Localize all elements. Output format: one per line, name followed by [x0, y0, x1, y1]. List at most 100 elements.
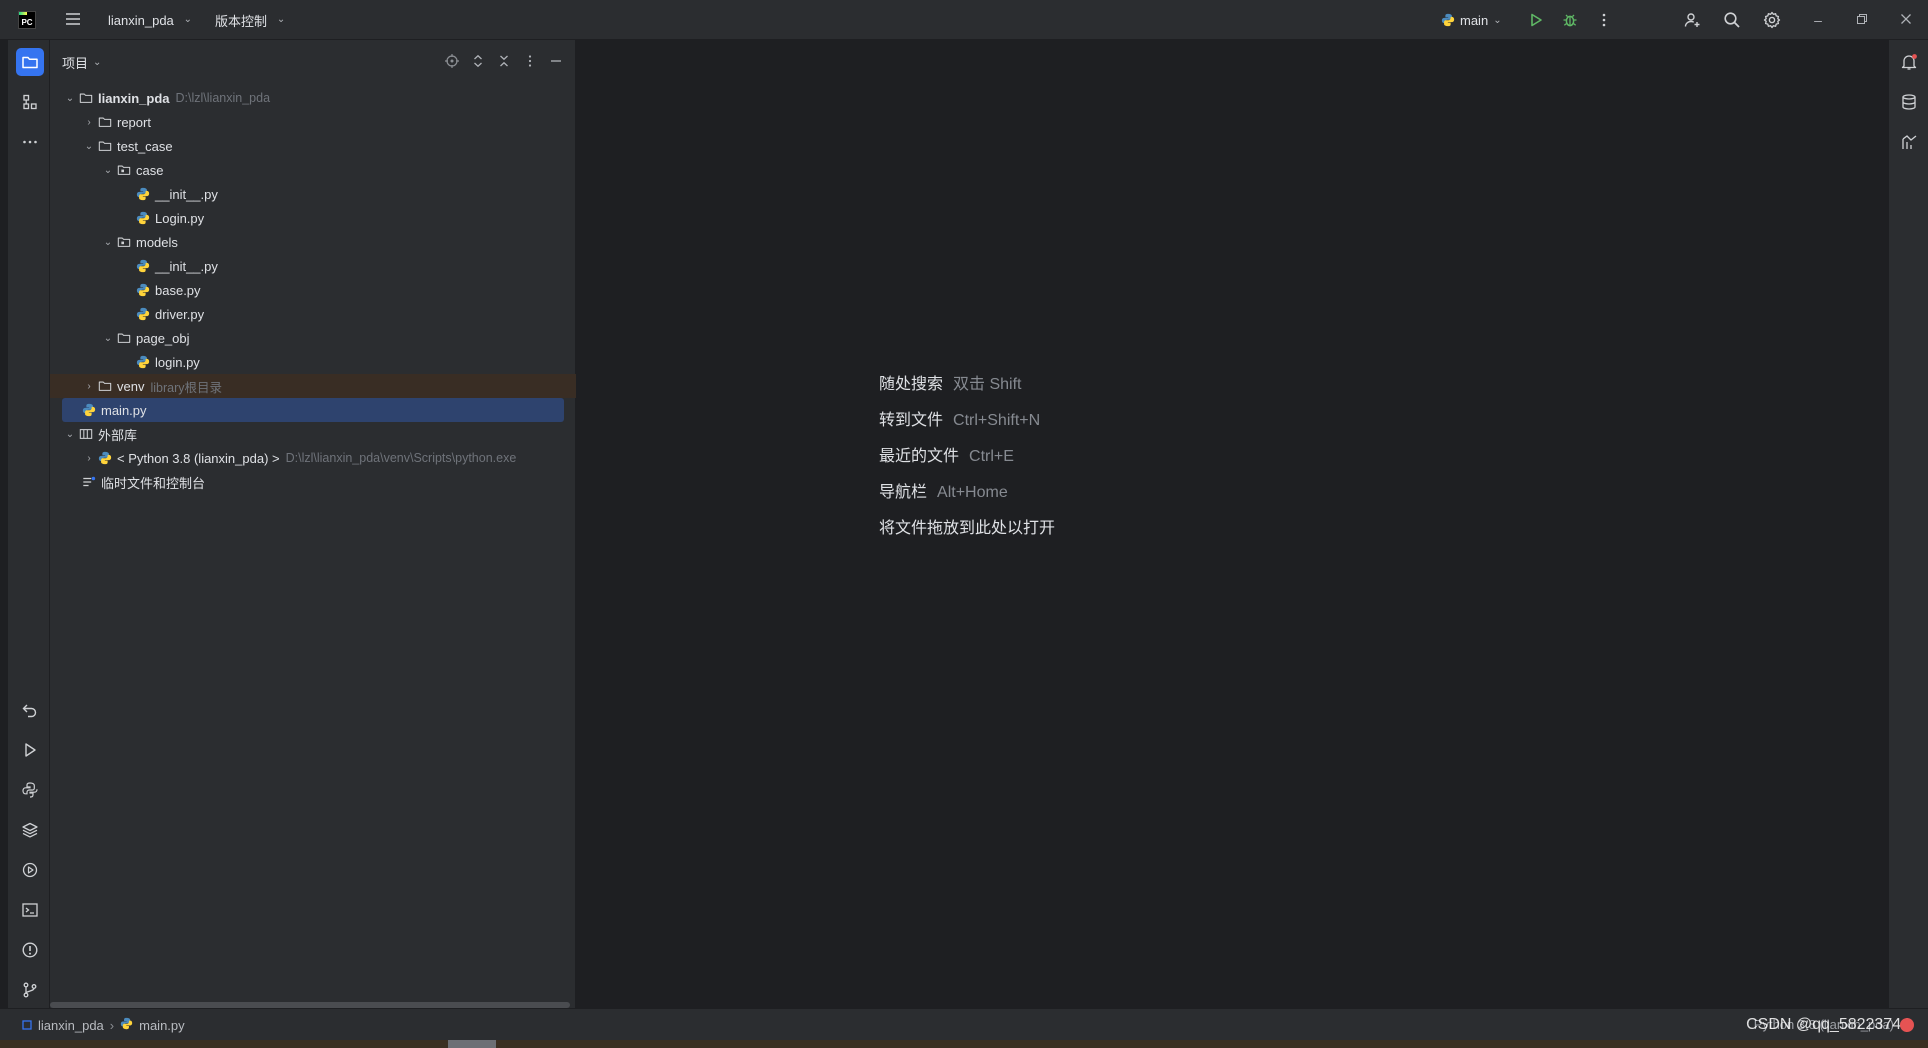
- chevron-down-icon[interactable]: ⌄: [100, 330, 116, 346]
- window-edge: [0, 40, 8, 1040]
- locate-file-icon[interactable]: [442, 51, 462, 71]
- hint-goto-file: 转到文件 Ctrl+Shift+N: [879, 406, 1040, 430]
- git-tool-button[interactable]: [16, 976, 44, 1004]
- tree-item-page-obj[interactable]: ⌄ page_obj: [50, 326, 576, 350]
- tree-item-label: login.py: [155, 354, 200, 370]
- commit-tool-button[interactable]: [16, 696, 44, 724]
- tree-item-file[interactable]: login.py: [50, 350, 576, 374]
- services-tool-button[interactable]: [16, 856, 44, 884]
- tree-item-main-py-selected[interactable]: main.py: [62, 398, 564, 422]
- expand-all-icon[interactable]: [468, 51, 488, 71]
- tree-item-scratches[interactable]: 临时文件和控制台: [50, 470, 576, 494]
- database-icon: [1902, 94, 1916, 110]
- python-packages-tool-button[interactable]: [16, 776, 44, 804]
- problems-icon: [22, 942, 38, 958]
- chevron-down-icon[interactable]: ⌄: [62, 90, 78, 106]
- folder-icon: [97, 138, 113, 154]
- folder-icon: [78, 90, 94, 106]
- package-folder-icon: [116, 162, 132, 178]
- breadcrumb-project[interactable]: lianxin_pda: [38, 1018, 104, 1033]
- tree-item-models[interactable]: ⌄ models: [50, 230, 576, 254]
- project-switcher[interactable]: lianxin_pda ⌄: [108, 10, 196, 30]
- hint-shortcut: Ctrl+Shift+N: [953, 412, 1041, 429]
- tree-item-python-sdk[interactable]: › < Python 3.8 (lianxin_pda) > D:\lzl\li…: [50, 446, 576, 470]
- tree-item-file[interactable]: Login.py: [50, 206, 576, 230]
- search-icon[interactable]: [1720, 8, 1744, 32]
- more-actions-icon[interactable]: [1592, 8, 1616, 32]
- tree-item-label: models: [136, 234, 178, 250]
- hint-recent-files: 最近的文件 Ctrl+E: [879, 442, 1014, 466]
- tree-item-label: main.py: [101, 402, 147, 418]
- tree-item-report[interactable]: › report: [50, 110, 576, 134]
- run-tool-button[interactable]: [16, 736, 44, 764]
- tree-item-label: __init__.py: [155, 186, 218, 202]
- restore-window-icon[interactable]: [1852, 10, 1872, 30]
- vcs-menu[interactable]: 版本控制 ⌄: [215, 10, 289, 30]
- tree-item-file[interactable]: base.py: [50, 278, 576, 302]
- run-icon[interactable]: [1524, 8, 1548, 32]
- code-with-me-icon[interactable]: [1680, 8, 1704, 32]
- notifications-button[interactable]: [1897, 50, 1921, 74]
- chevron-right-icon[interactable]: ›: [81, 114, 97, 130]
- bell-icon: [1901, 54, 1917, 70]
- chevron-right-icon[interactable]: ›: [81, 378, 97, 394]
- scientific-view-button[interactable]: [1897, 130, 1921, 154]
- chevron-down-icon[interactable]: ⌄: [100, 234, 116, 250]
- debug-icon[interactable]: [1558, 8, 1582, 32]
- close-window-icon[interactable]: [1896, 10, 1916, 30]
- ellipsis-icon: [23, 140, 37, 144]
- hint-shortcut: Alt+Home: [937, 484, 1008, 501]
- breadcrumb: lianxin_pda › main.py: [22, 1017, 185, 1033]
- run-config-selector[interactable]: main ⌄: [1440, 8, 1502, 32]
- tree-item-label: case: [136, 162, 164, 178]
- editor-empty-state: 随处搜索 双击 Shift 转到文件 Ctrl+Shift+N 最近的文件 Ctrl+…: [576, 40, 1888, 1008]
- tree-item-venv[interactable]: › venv library根目录: [50, 374, 576, 398]
- tree-item-case[interactable]: ⌄ case: [50, 158, 576, 182]
- project-view-selector[interactable]: 项目 ⌄: [62, 53, 101, 72]
- more-tool-windows-button[interactable]: [16, 128, 44, 156]
- folder-icon: [22, 56, 38, 69]
- tree-item-file[interactable]: driver.py: [50, 302, 576, 326]
- tree-item-file[interactable]: __init__.py: [50, 254, 576, 278]
- collapse-all-icon[interactable]: [494, 51, 514, 71]
- python-icon: [1440, 12, 1456, 28]
- tree-item-label: test_case: [117, 138, 173, 154]
- chevron-down-icon[interactable]: ⌄: [100, 162, 116, 178]
- structure-tool-button[interactable]: [16, 88, 44, 116]
- python-file-icon: [135, 282, 151, 298]
- hint-shortcut: 双击 Shift: [953, 376, 1022, 393]
- minimize-window-icon[interactable]: –: [1808, 10, 1828, 30]
- vcs-label: 版本控制: [215, 13, 268, 29]
- chevron-down-icon[interactable]: ⌄: [81, 138, 97, 154]
- python-console-icon: [22, 782, 38, 798]
- problems-tool-button[interactable]: [16, 936, 44, 964]
- project-name: lianxin_pda: [108, 12, 174, 28]
- project-tool-button[interactable]: [16, 48, 44, 76]
- main-menu-icon[interactable]: [64, 10, 82, 30]
- tree-item-external-libraries[interactable]: ⌄ 外部库: [50, 422, 576, 446]
- python-file-icon: [135, 354, 151, 370]
- database-button[interactable]: [1897, 90, 1921, 114]
- taskbar-edge: [0, 1040, 1928, 1048]
- csdn-watermark: CSDN @qq_58223744: [1746, 1016, 1910, 1033]
- options-menu-icon[interactable]: [520, 51, 540, 71]
- folder-icon: [116, 330, 132, 346]
- python-file-icon: [135, 306, 151, 322]
- python-file-icon: [135, 210, 151, 226]
- pycharm-logo-icon[interactable]: PC: [18, 11, 36, 29]
- terminal-tool-button[interactable]: [16, 896, 44, 924]
- hint-drop-files: 将文件拖放到此处以打开: [879, 514, 1055, 538]
- breadcrumb-file[interactable]: main.py: [139, 1018, 185, 1033]
- chevron-down-icon[interactable]: ⌄: [62, 426, 78, 442]
- hint-action: 转到文件: [879, 412, 944, 429]
- tree-item-test-case[interactable]: ⌄ test_case: [50, 134, 576, 158]
- tree-item-file[interactable]: __init__.py: [50, 182, 576, 206]
- tree-item-label: 外部库: [98, 427, 138, 443]
- layers-tool-button[interactable]: [16, 816, 44, 844]
- tree-item-project-root[interactable]: ⌄ lianxin_pda D:\lzl\lianxin_pda: [50, 86, 576, 110]
- hide-panel-icon[interactable]: [546, 51, 566, 71]
- run-config-name: main: [1460, 12, 1489, 28]
- package-folder-icon: [116, 234, 132, 250]
- chevron-right-icon[interactable]: ›: [81, 450, 97, 466]
- settings-gear-icon[interactable]: [1760, 8, 1784, 32]
